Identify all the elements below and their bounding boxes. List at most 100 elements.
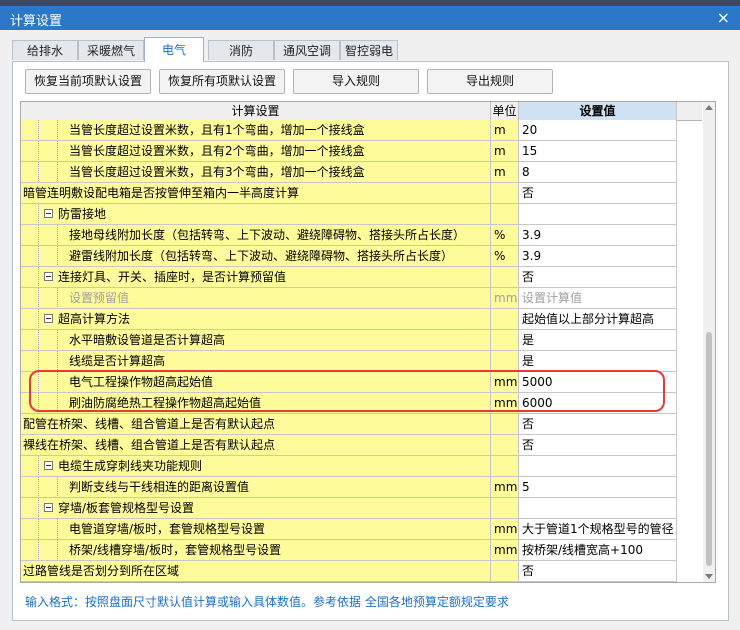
- tree-indent: [39, 141, 58, 161]
- setting-value-cell[interactable]: 3.9: [519, 246, 677, 267]
- unit-cell: mm: [491, 393, 519, 414]
- setting-value-cell[interactable]: 是: [519, 330, 677, 351]
- table-row[interactable]: 配管在桥架、线槽、组合管道上是否有默认起点 否: [21, 414, 702, 435]
- table-row[interactable]: 当管长度超过设置米数，且有2个弯曲，增加一个接线盒 m 15: [21, 141, 702, 162]
- close-icon[interactable]: ×: [717, 8, 730, 27]
- setting-value-cell[interactable]: 否: [519, 267, 677, 288]
- vertical-scrollbar[interactable]: [703, 102, 715, 582]
- table-row[interactable]: 设置预留值 mm 设置计算值: [21, 288, 702, 309]
- setting-value-cell[interactable]: 按桥架/线槽宽高+100: [519, 540, 677, 561]
- setting-value-cell[interactable]: 否: [519, 435, 677, 456]
- setting-name-cell[interactable]: 防雷接地: [21, 204, 491, 225]
- setting-value-cell[interactable]: 20: [519, 120, 677, 141]
- scroll-up-icon[interactable]: [705, 105, 713, 110]
- setting-name-cell[interactable]: 刷油防腐绝热工程操作物超高起始值: [21, 393, 491, 414]
- setting-label: 电管道穿墙/板时，套管规格型号设置: [69, 522, 266, 536]
- setting-name-cell[interactable]: 穿墙/板套管规格型号设置: [21, 498, 491, 519]
- setting-value-cell[interactable]: 15: [519, 141, 677, 162]
- table-row[interactable]: 刷油防腐绝热工程操作物超高起始值 mm 6000: [21, 393, 702, 414]
- restore-all-default-button[interactable]: 恢复所有项默认设置: [159, 69, 285, 94]
- scroll-down-icon[interactable]: [705, 574, 713, 579]
- collapse-icon[interactable]: [44, 272, 53, 281]
- setting-value-cell[interactable]: 是: [519, 351, 677, 372]
- tree-indent: [39, 246, 58, 266]
- scroll-thumb[interactable]: [706, 332, 712, 566]
- setting-name-cell[interactable]: 配管在桥架、线槽、组合管道上是否有默认起点: [21, 414, 491, 435]
- setting-value-cell[interactable]: 5000: [519, 372, 677, 393]
- tab-electrical[interactable]: 电气: [144, 37, 204, 62]
- table-row[interactable]: 接地母线附加长度（包括转弯、上下波动、避绕障碍物、搭接头所占长度）% 3.9: [21, 225, 702, 246]
- setting-name-cell[interactable]: 接地母线附加长度（包括转弯、上下波动、避绕障碍物、搭接头所占长度）: [21, 225, 491, 246]
- restore-current-default-button[interactable]: 恢复当前项默认设置: [25, 69, 151, 94]
- setting-value-cell[interactable]: [519, 204, 677, 225]
- setting-name-cell[interactable]: 当管长度超过设置米数，且有3个弯曲，增加一个接线盒: [21, 162, 491, 183]
- unit-cell: mm: [491, 477, 519, 498]
- table-row[interactable]: 连接灯具、开关、插座时，是否计算预留值 否: [21, 267, 702, 288]
- collapse-icon[interactable]: [44, 461, 53, 470]
- collapse-icon[interactable]: [44, 209, 53, 218]
- table-row[interactable]: 判断支线与干线相连的距离设置值 mm 5: [21, 477, 702, 498]
- setting-name-cell[interactable]: 电气工程操作物超高起始值: [21, 372, 491, 393]
- setting-name-cell[interactable]: 超高计算方法: [21, 309, 491, 330]
- setting-value-cell[interactable]: 起始值以上部分计算超高: [519, 309, 677, 330]
- collapse-icon[interactable]: [44, 314, 53, 323]
- tree-indent: [21, 330, 39, 350]
- setting-name-cell[interactable]: 避雷线附加长度（包括转弯、上下波动、避绕障碍物、搭接头所占长度）: [21, 246, 491, 267]
- tree-indent: [21, 309, 39, 329]
- setting-label: 设置预留值: [69, 291, 130, 305]
- setting-name-cell[interactable]: 暗管连明敷设配电箱是否按管伸至箱内一半高度计算: [21, 183, 491, 204]
- table-row[interactable]: 水平暗敷设管道是否计算超高 是: [21, 330, 702, 351]
- setting-name-cell[interactable]: 连接灯具、开关、插座时，是否计算预留值: [21, 267, 491, 288]
- setting-value-cell[interactable]: 大于管道1个规格型号的管径: [519, 519, 677, 540]
- settings-panel: 恢复当前项默认设置 恢复所有项默认设置 导入规则 导出规则 计算设置 单位 设置…: [12, 61, 729, 621]
- setting-name-cell[interactable]: 电缆生成穿刺线夹功能规则: [21, 456, 491, 477]
- tab-hvac[interactable]: 通风空调: [274, 40, 340, 60]
- tree-indent: [21, 141, 39, 161]
- tree-indent: [39, 162, 58, 182]
- setting-value-cell[interactable]: [519, 456, 677, 477]
- setting-value-cell[interactable]: 否: [519, 183, 677, 204]
- setting-name-cell[interactable]: 当管长度超过设置米数，且有1个弯曲，增加一个接线盒: [21, 120, 491, 141]
- setting-value-cell[interactable]: 否: [519, 561, 677, 582]
- table-row[interactable]: 超高计算方法 起始值以上部分计算超高: [21, 309, 702, 330]
- setting-name-cell[interactable]: 设置预留值: [21, 288, 491, 309]
- unit-cell: [491, 414, 519, 435]
- setting-name-cell[interactable]: 水平暗敷设管道是否计算超高: [21, 330, 491, 351]
- tab-heating-gas[interactable]: 采暖燃气: [78, 40, 144, 60]
- setting-name-cell[interactable]: 桥架/线槽穿墙/板时，套管规格型号设置: [21, 540, 491, 561]
- table-row[interactable]: 线缆是否计算超高 是: [21, 351, 702, 372]
- setting-name-cell[interactable]: 线缆是否计算超高: [21, 351, 491, 372]
- setting-name-cell[interactable]: 过路管线是否划分到所在区域: [21, 561, 491, 582]
- table-row[interactable]: 当管长度超过设置米数，且有1个弯曲，增加一个接线盒 m 20: [21, 120, 702, 141]
- table-row[interactable]: 过路管线是否划分到所在区域 否: [21, 561, 702, 582]
- table-row[interactable]: 桥架/线槽穿墙/板时，套管规格型号设置 mm 按桥架/线槽宽高+100: [21, 540, 702, 561]
- setting-value-cell[interactable]: 5: [519, 477, 677, 498]
- setting-name-cell[interactable]: 裸线在桥架、线槽、组合管道上是否有默认起点: [21, 435, 491, 456]
- collapse-icon[interactable]: [44, 503, 53, 512]
- table-row[interactable]: 电缆生成穿刺线夹功能规则: [21, 456, 702, 477]
- table-row[interactable]: 裸线在桥架、线槽、组合管道上是否有默认起点 否: [21, 435, 702, 456]
- setting-value-cell[interactable]: 8: [519, 162, 677, 183]
- setting-value-cell[interactable]: 6000: [519, 393, 677, 414]
- setting-value-cell[interactable]: 3.9: [519, 225, 677, 246]
- setting-value-cell[interactable]: 否: [519, 414, 677, 435]
- setting-label: 超高计算方法: [58, 312, 131, 326]
- tab-smart-weak-current[interactable]: 智控弱电: [340, 40, 398, 60]
- table-row[interactable]: 电气工程操作物超高起始值 mm 5000: [21, 372, 702, 393]
- tab-fire[interactable]: 消防: [208, 40, 274, 60]
- import-rules-button[interactable]: 导入规则: [293, 69, 419, 94]
- setting-name-cell[interactable]: 判断支线与干线相连的距离设置值: [21, 477, 491, 498]
- table-row[interactable]: 电管道穿墙/板时，套管规格型号设置 mm 大于管道1个规格型号的管径: [21, 519, 702, 540]
- table-row[interactable]: 防雷接地: [21, 204, 702, 225]
- tab-water[interactable]: 给排水: [12, 40, 78, 60]
- header-unit: 单位: [491, 102, 519, 120]
- setting-name-cell[interactable]: 电管道穿墙/板时，套管规格型号设置: [21, 519, 491, 540]
- table-row[interactable]: 当管长度超过设置米数，且有3个弯曲，增加一个接线盒 m 8: [21, 162, 702, 183]
- setting-value-cell[interactable]: [519, 498, 677, 519]
- table-row[interactable]: 避雷线附加长度（包括转弯、上下波动、避绕障碍物、搭接头所占长度）% 3.9: [21, 246, 702, 267]
- setting-name-cell[interactable]: 当管长度超过设置米数，且有2个弯曲，增加一个接线盒: [21, 141, 491, 162]
- table-row[interactable]: 暗管连明敷设配电箱是否按管伸至箱内一半高度计算 否: [21, 183, 702, 204]
- table-row[interactable]: 穿墙/板套管规格型号设置: [21, 498, 702, 519]
- unit-cell: [491, 267, 519, 288]
- export-rules-button[interactable]: 导出规则: [427, 69, 553, 94]
